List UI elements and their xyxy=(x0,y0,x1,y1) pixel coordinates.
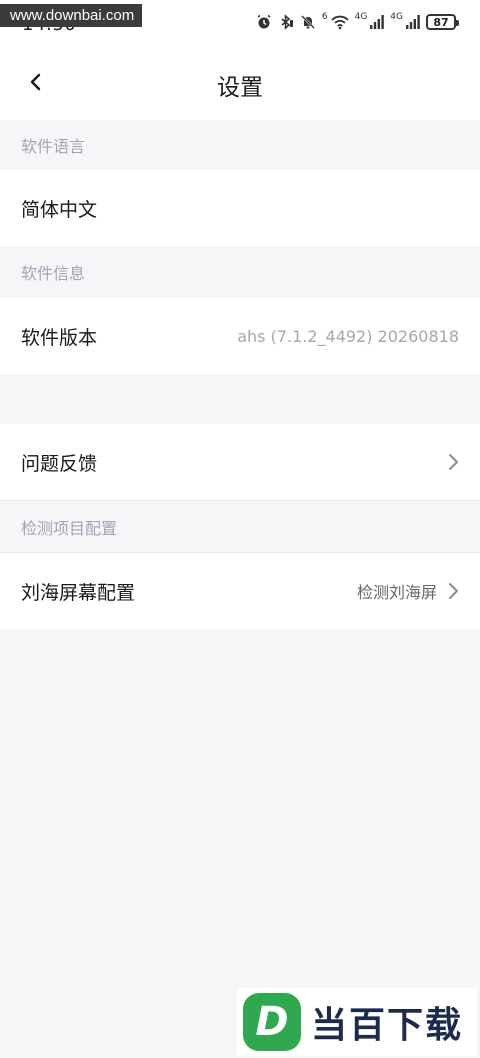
chevron-right-icon xyxy=(447,582,459,600)
language-row[interactable]: 简体中文 xyxy=(0,170,480,246)
bluetooth-icon xyxy=(281,14,293,30)
version-row: 软件版本 ahs (7.1.2_4492) 20260818 xyxy=(0,298,480,374)
chevron-right-icon xyxy=(447,453,459,471)
section-header-label: 检测项目配置 xyxy=(21,519,118,538)
watermark: www.downbai.com xyxy=(0,4,143,27)
notch-value: 检测刘海屏 xyxy=(356,583,437,602)
mute-icon xyxy=(300,15,315,29)
wifi-label: 6 xyxy=(321,12,328,22)
alarm-icon xyxy=(257,14,271,29)
section-header-language: 软件语言 xyxy=(0,120,480,170)
page-title: 设置 xyxy=(217,75,263,101)
version-value: ahs (7.1.2_4492) 20260818 xyxy=(237,326,459,346)
notch-config-row[interactable]: 刘海屏幕配置 检测刘海屏 xyxy=(0,553,480,629)
notch-label: 刘海屏幕配置 xyxy=(21,581,136,604)
feedback-row[interactable]: 问题反馈 xyxy=(0,424,480,500)
logo-text: 当百下载 xyxy=(311,1005,464,1046)
section-header-detection: 检测项目配置 xyxy=(0,501,480,553)
language-value: 简体中文 xyxy=(21,198,98,221)
header-bar: 设置 xyxy=(0,44,480,120)
feedback-label: 问题反馈 xyxy=(21,452,98,475)
signal-icon-2 xyxy=(406,15,420,29)
brand-logo: D 当百下载 xyxy=(237,988,477,1056)
logo-icon: D xyxy=(243,993,301,1051)
section-header-label: 软件语言 xyxy=(21,137,86,156)
signal-icon xyxy=(370,15,385,29)
version-label: 软件版本 xyxy=(21,326,98,349)
network-label-1: 4G xyxy=(354,12,368,22)
network-label-2: 4G xyxy=(390,12,403,22)
status-bar: 14:50 6 4G 4G xyxy=(0,0,480,44)
section-header-info: 软件信息 xyxy=(0,246,480,298)
battery-icon: 87 xyxy=(426,14,459,30)
section-header-label: 软件信息 xyxy=(21,264,86,283)
logo-letter: D xyxy=(255,999,289,1045)
battery-level: 87 xyxy=(433,15,449,29)
wifi-icon xyxy=(330,15,349,30)
status-icons: 6 4G 4G 87 xyxy=(256,12,459,30)
